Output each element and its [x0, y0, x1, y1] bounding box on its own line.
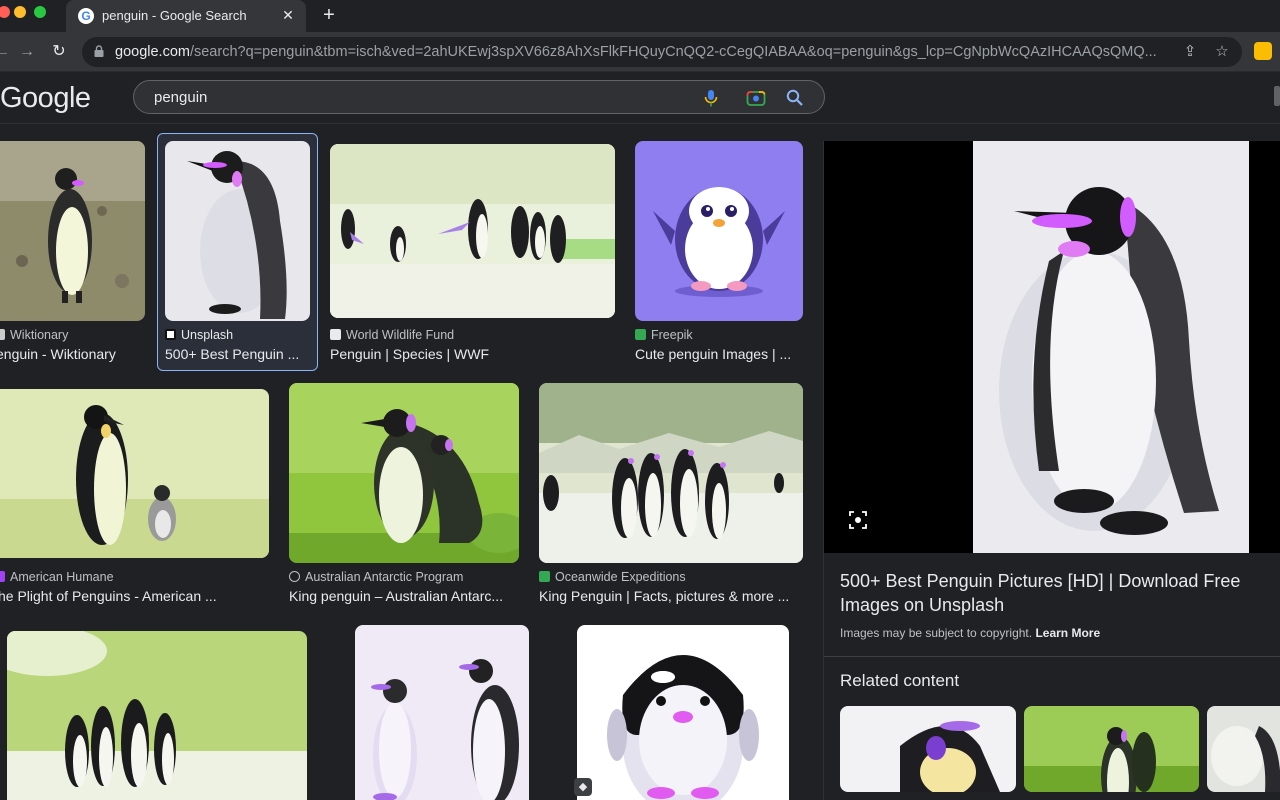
result-source: Wiktionary	[0, 328, 68, 342]
result-source: Australian Antarctic Program	[289, 570, 463, 584]
search-query: penguin	[154, 89, 208, 106]
preview-image[interactable]	[824, 141, 1280, 553]
result-thumbnail-unsplash[interactable]	[165, 141, 310, 321]
result-caption[interactable]: 500+ Best Penguin ...	[165, 346, 305, 362]
related-thumbnail[interactable]	[840, 706, 1016, 792]
browser-toolbar: ← → ↻ google.com/search?q=penguin&tbm=is…	[0, 32, 1280, 72]
result-caption[interactable]: enguin - Wiktionary	[0, 346, 144, 362]
result-thumbnail-freepik[interactable]	[635, 141, 803, 321]
result-thumbnail-penguin-pair[interactable]	[355, 625, 529, 800]
result-thumbnail-american-humane[interactable]	[0, 389, 269, 558]
search-header: Google penguin	[0, 72, 1280, 124]
share-icon[interactable]: ⇪	[1180, 42, 1200, 62]
related-thumbnail[interactable]	[1024, 706, 1199, 792]
tab-strip: G penguin - Google Search ✕ +	[0, 0, 1280, 32]
copyright-notice: Images may be subject to copyright. Lear…	[840, 626, 1101, 640]
minimize-window-button[interactable]	[14, 6, 26, 18]
result-caption[interactable]: Penguin | Species | WWF	[330, 346, 615, 362]
result-source: American Humane	[0, 570, 114, 584]
google-favicon-icon: G	[78, 8, 94, 24]
preview-title[interactable]: 500+ Best Penguin Pictures [HD] | Downlo…	[840, 569, 1260, 617]
result-source: Freepik	[635, 328, 693, 342]
reload-icon[interactable]: ↻	[47, 40, 71, 64]
google-logo[interactable]: Google	[0, 82, 91, 115]
result-source: World Wildlife Fund	[330, 328, 454, 342]
microphone-icon[interactable]	[700, 87, 722, 109]
close-tab-icon[interactable]: ✕	[280, 7, 296, 23]
result-thumbnail-oceanwide[interactable]	[539, 383, 803, 563]
result-thumbnail-plush-penguin[interactable]	[577, 625, 789, 800]
bookmark-star-icon[interactable]: ☆	[1212, 42, 1232, 62]
result-caption[interactable]: Cute penguin Images | ...	[635, 346, 803, 362]
back-arrow-icon[interactable]: ←	[0, 40, 14, 64]
tab-title: penguin - Google Search	[102, 8, 247, 23]
result-source: Unsplash	[165, 328, 233, 342]
result-thumbnail-wiktionary[interactable]	[0, 141, 145, 321]
result-thumbnail-australian-antarctic[interactable]	[289, 383, 519, 563]
apps-icon[interactable]	[1274, 86, 1280, 106]
result-caption[interactable]: he Plight of Penguins - American ...	[0, 588, 268, 604]
divider	[824, 656, 1280, 657]
related-content-heading: Related content	[840, 671, 960, 690]
new-tab-icon[interactable]: +	[318, 4, 340, 26]
camera-lens-icon[interactable]	[745, 87, 767, 109]
lock-icon	[94, 45, 104, 57]
lens-search-icon[interactable]	[848, 510, 868, 530]
learn-more-link[interactable]: Learn More	[1035, 626, 1100, 640]
result-caption[interactable]: King penguin – Australian Antarc...	[289, 588, 519, 604]
maximize-window-button[interactable]	[34, 6, 46, 18]
extension-icon[interactable]	[1254, 42, 1272, 60]
close-window-button[interactable]	[0, 6, 10, 18]
tag-icon: ◆	[574, 778, 592, 796]
result-thumbnail-penguin-group[interactable]	[7, 631, 307, 800]
url-text: google.com/search?q=penguin&tbm=isch&ved…	[115, 44, 1157, 60]
forward-arrow-icon[interactable]: →	[15, 40, 39, 64]
browser-tab[interactable]: G penguin - Google Search ✕	[66, 0, 306, 32]
search-icon[interactable]	[784, 87, 806, 109]
related-thumbnail[interactable]	[1207, 706, 1280, 792]
result-source: Oceanwide Expeditions	[539, 570, 686, 584]
result-caption[interactable]: King Penguin | Facts, pictures & more ..…	[539, 588, 803, 604]
address-bar[interactable]: google.com/search?q=penguin&tbm=isch&ved…	[82, 37, 1242, 67]
search-input[interactable]: penguin	[133, 80, 825, 114]
result-thumbnail-wwf[interactable]	[330, 144, 615, 318]
image-preview-panel: 500+ Best Penguin Pictures [HD] | Downlo…	[823, 141, 1280, 800]
